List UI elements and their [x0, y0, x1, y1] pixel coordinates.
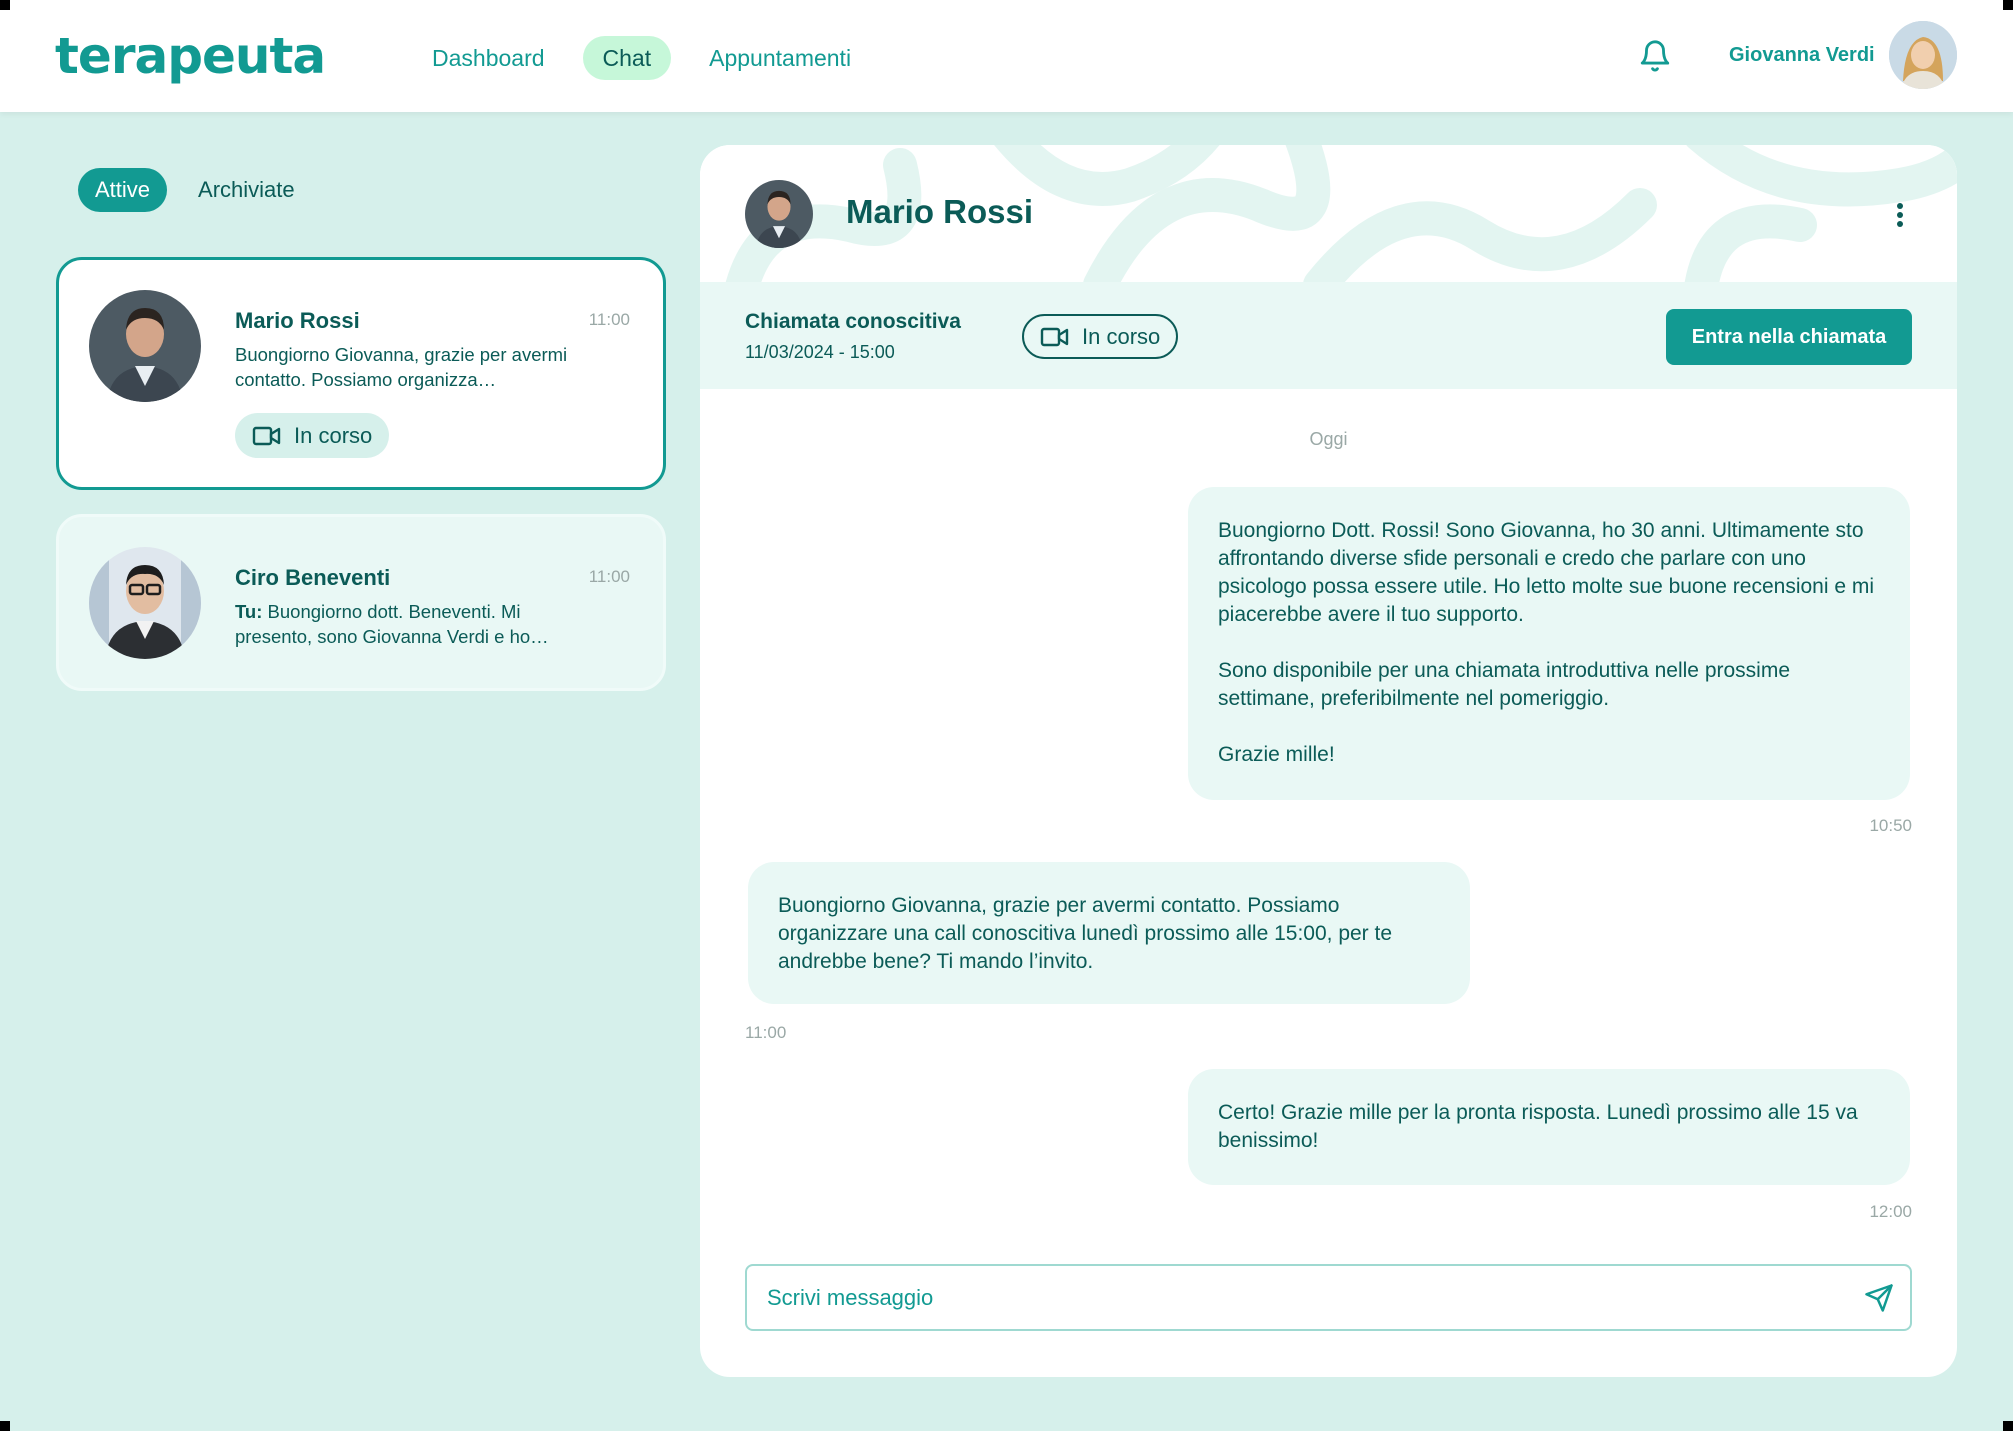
- call-title: Chiamata conoscitiva: [745, 310, 961, 333]
- join-call-button[interactable]: Entra nella chiamata: [1666, 309, 1912, 365]
- video-camera-icon: [252, 426, 281, 445]
- chat-header: Mario Rossi: [700, 145, 1957, 282]
- contact-name: Mario Rossi: [846, 193, 1034, 230]
- message-outgoing: Buongiorno Dott. Rossi! Sono Giovanna, h…: [1188, 487, 1910, 800]
- bell-icon[interactable]: [1638, 38, 1672, 74]
- call-banner: Chiamata conoscitiva 11/03/2024 - 15:00 …: [700, 282, 1957, 389]
- day-separator: Oggi: [1309, 429, 1348, 449]
- corner-mark: [2003, 0, 2013, 10]
- tab-archiviate[interactable]: Archiviate: [181, 168, 312, 212]
- chat-panel: Mario Rossi Chiamata conoscitiva 11/03/2…: [700, 145, 1957, 1377]
- contact-avatar[interactable]: [745, 180, 813, 248]
- more-vertical-icon[interactable]: [1895, 203, 1905, 231]
- conversation-time: 11:00: [588, 567, 630, 586]
- message-text: Grazie mille!: [1218, 743, 1335, 766]
- status-label: In corso: [294, 422, 373, 448]
- nav-appuntamenti[interactable]: Appuntamenti: [689, 36, 871, 80]
- conversation-preview: Tu: Buongiorno dott. Beneventi. Mi prese…: [235, 599, 595, 649]
- avatar: [89, 547, 201, 659]
- message-incoming: Buongiorno Giovanna, grazie per avermi c…: [748, 862, 1470, 1004]
- message-input[interactable]: [767, 1266, 1827, 1329]
- conversation-name: Mario Rossi: [235, 308, 360, 333]
- corner-mark: [0, 0, 10, 10]
- corner-mark: [0, 1421, 10, 1431]
- preview-prefix: Tu:: [235, 601, 263, 622]
- message-text: Buongiorno Dott. Rossi! Sono Giovanna, h…: [1218, 519, 1875, 626]
- main-nav: Dashboard Chat Appuntamenti: [412, 36, 871, 80]
- top-bar: terapeuta Dashboard Chat Appuntamenti Gi…: [0, 0, 2013, 112]
- user-name[interactable]: Giovanna Verdi: [1729, 44, 1875, 67]
- conversation-item-mario-rossi[interactable]: Mario Rossi 11:00 Buongiorno Giovanna, g…: [56, 257, 666, 490]
- call-datetime: 11/03/2024 - 15:00: [745, 342, 895, 362]
- user-avatar[interactable]: [1889, 21, 1957, 89]
- corner-mark: [2003, 1421, 2013, 1431]
- message-time: 10:50: [1869, 816, 1912, 835]
- conversation-tabs: Attive Archiviate: [78, 168, 312, 212]
- nav-dashboard[interactable]: Dashboard: [412, 36, 565, 80]
- nav-chat[interactable]: Chat: [582, 36, 672, 80]
- status-badge: In corso: [235, 413, 390, 458]
- message-composer: [745, 1264, 1912, 1331]
- call-status-badge: In corso: [1022, 314, 1179, 359]
- logo[interactable]: terapeuta: [55, 26, 326, 86]
- tab-attive[interactable]: Attive: [78, 168, 168, 212]
- call-status-label: In corso: [1082, 323, 1161, 349]
- conversation-name: Ciro Beneventi: [235, 565, 391, 590]
- message-text: Buongiorno Giovanna, grazie per avermi c…: [778, 894, 1393, 973]
- send-icon[interactable]: [1864, 1283, 1894, 1313]
- message-outgoing: Certo! Grazie mille per la pronta rispos…: [1188, 1069, 1910, 1185]
- conversation-time: 11:00: [588, 310, 630, 329]
- video-camera-icon: [1040, 327, 1069, 346]
- message-text: Certo! Grazie mille per la pronta rispos…: [1218, 1101, 1858, 1152]
- message-time: 11:00: [745, 1023, 787, 1042]
- preview-text: Buongiorno dott. Beneventi. Mi presento,…: [235, 601, 549, 647]
- avatar: [89, 290, 201, 402]
- conversation-preview: Buongiorno Giovanna, grazie per avermi c…: [235, 344, 568, 390]
- message-text: Sono disponibile per una chiamata introd…: [1218, 659, 1791, 710]
- message-time: 12:00: [1869, 1202, 1912, 1221]
- conversation-item-ciro-beneventi[interactable]: Ciro Beneventi 11:00 Tu: Buongiorno dott…: [56, 514, 666, 691]
